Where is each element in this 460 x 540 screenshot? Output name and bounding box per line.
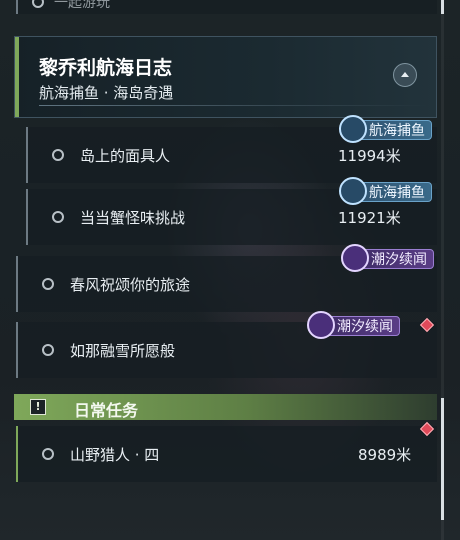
task-label: 春风祝颂你的旅途 <box>70 276 191 294</box>
radio-indicator <box>42 278 54 290</box>
tag-label: 航海捕鱼 <box>369 123 425 139</box>
collapse-toggle-button[interactable] <box>393 63 417 87</box>
radio-indicator <box>42 344 54 356</box>
tag-fishing: 航海捕鱼 <box>339 115 432 143</box>
tag-tide: 潮汐续闻 <box>307 311 400 339</box>
tag-tide: 潮汐续闻 <box>341 244 434 272</box>
top-partial-label: 一起游玩 <box>54 0 110 11</box>
radio-indicator <box>52 149 64 161</box>
chevron-up-icon <box>401 72 409 77</box>
daily-section-header[interactable]: ! 日常任务 <box>14 394 437 420</box>
task-label: 当当蟹怪味挑战 <box>80 209 186 227</box>
daily-task-item[interactable]: 山野猎人 · 四 8989米 <box>16 426 437 482</box>
radio-indicator <box>52 211 64 223</box>
radio-indicator <box>42 448 54 460</box>
task-distance: 11921米 <box>338 209 401 227</box>
radio-indicator <box>32 0 44 8</box>
subtitle-underline <box>39 105 427 106</box>
tag-label: 航海捕鱼 <box>369 185 425 201</box>
task-label: 如那融雪所愿般 <box>70 342 176 360</box>
tag-fishing: 航海捕鱼 <box>339 177 432 205</box>
header-accent-bar <box>15 37 19 117</box>
quest-title: 黎乔利航海日志 <box>39 57 173 79</box>
tag-label: 潮汐续闻 <box>337 319 393 335</box>
anchor-icon <box>339 115 367 143</box>
task-label: 岛上的面具人 <box>80 147 171 165</box>
anchor-icon <box>339 177 367 205</box>
scrollbar-top-thumb <box>441 0 444 14</box>
quest-subtitle: 航海捕鱼 · 海岛奇遇 <box>39 84 174 102</box>
task-distance: 8989米 <box>358 446 412 464</box>
scrollbar-thumb[interactable] <box>441 398 444 520</box>
task-distance: 11994米 <box>338 147 401 165</box>
scrollbar-track[interactable] <box>441 0 444 540</box>
top-partial-item[interactable]: 一起游玩 <box>16 0 437 14</box>
daily-section-title: 日常任务 <box>74 401 139 420</box>
star-icon <box>307 311 335 339</box>
alert-icon: ! <box>30 399 46 415</box>
task-label: 山野猎人 · 四 <box>70 446 160 464</box>
tag-label: 潮汐续闻 <box>371 252 427 268</box>
star-icon <box>341 244 369 272</box>
quest-header-card[interactable]: 黎乔利航海日志 航海捕鱼 · 海岛奇遇 <box>14 36 437 118</box>
